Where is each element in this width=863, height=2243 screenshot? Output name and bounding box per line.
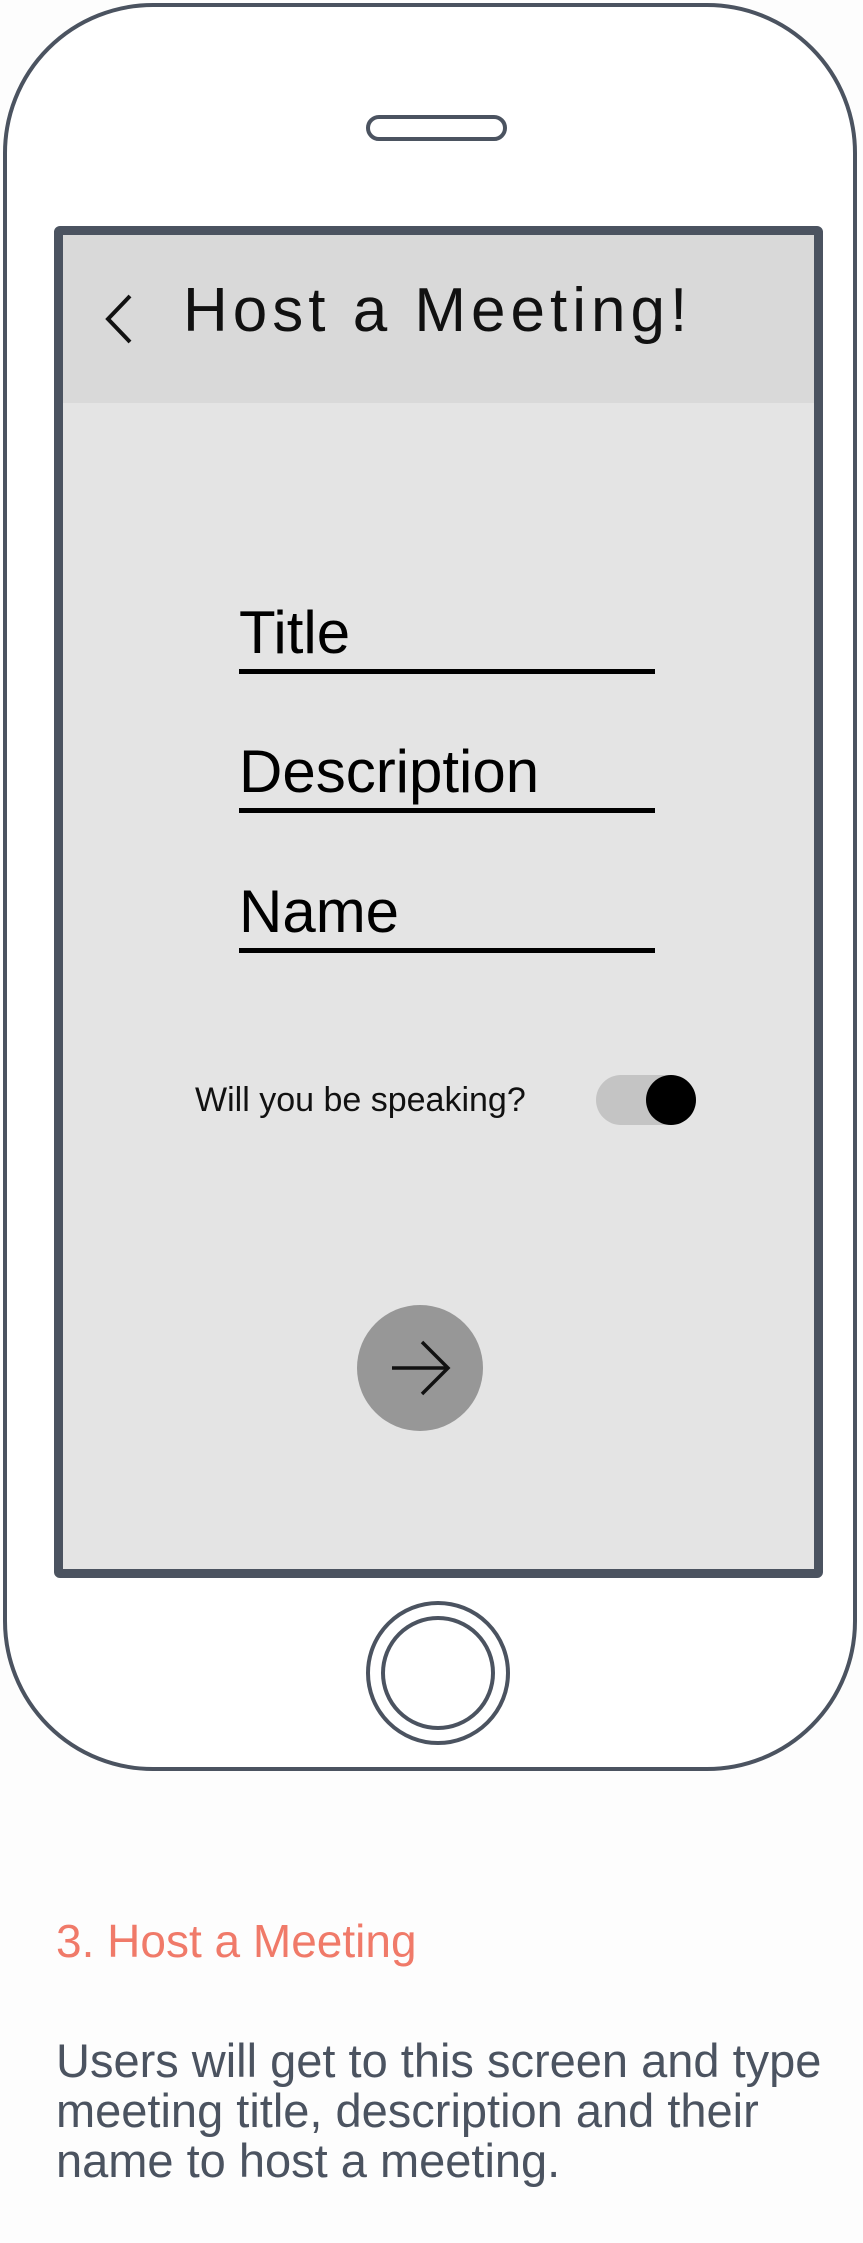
description-input[interactable] <box>239 737 655 806</box>
toggle-knob <box>646 1075 696 1125</box>
home-button[interactable] <box>366 1601 510 1745</box>
phone-frame: Host a Meeting! Will you be speaking? <box>3 3 857 1771</box>
name-field[interactable] <box>239 868 655 953</box>
chevron-left-icon <box>105 294 132 344</box>
caption-body: Users will get to this screen and type m… <box>56 2034 822 2187</box>
next-button[interactable] <box>357 1305 483 1431</box>
title-input[interactable] <box>239 598 655 667</box>
phone-screen: Host a Meeting! Will you be speaking? <box>54 226 823 1578</box>
phone-speaker <box>366 115 507 141</box>
caption-heading: 3. Host a Meeting <box>56 1915 417 1967</box>
app-bar: Host a Meeting! <box>63 235 814 403</box>
speaking-label: Will you be speaking? <box>195 1081 526 1119</box>
speaking-toggle[interactable] <box>596 1075 696 1125</box>
home-button-ring <box>381 1616 495 1730</box>
page-title: Host a Meeting! <box>183 276 693 345</box>
title-field[interactable] <box>239 589 655 674</box>
name-input[interactable] <box>239 877 655 946</box>
back-button[interactable] <box>99 289 139 349</box>
description-field[interactable] <box>239 728 655 813</box>
arrow-right-icon <box>392 1340 451 1396</box>
